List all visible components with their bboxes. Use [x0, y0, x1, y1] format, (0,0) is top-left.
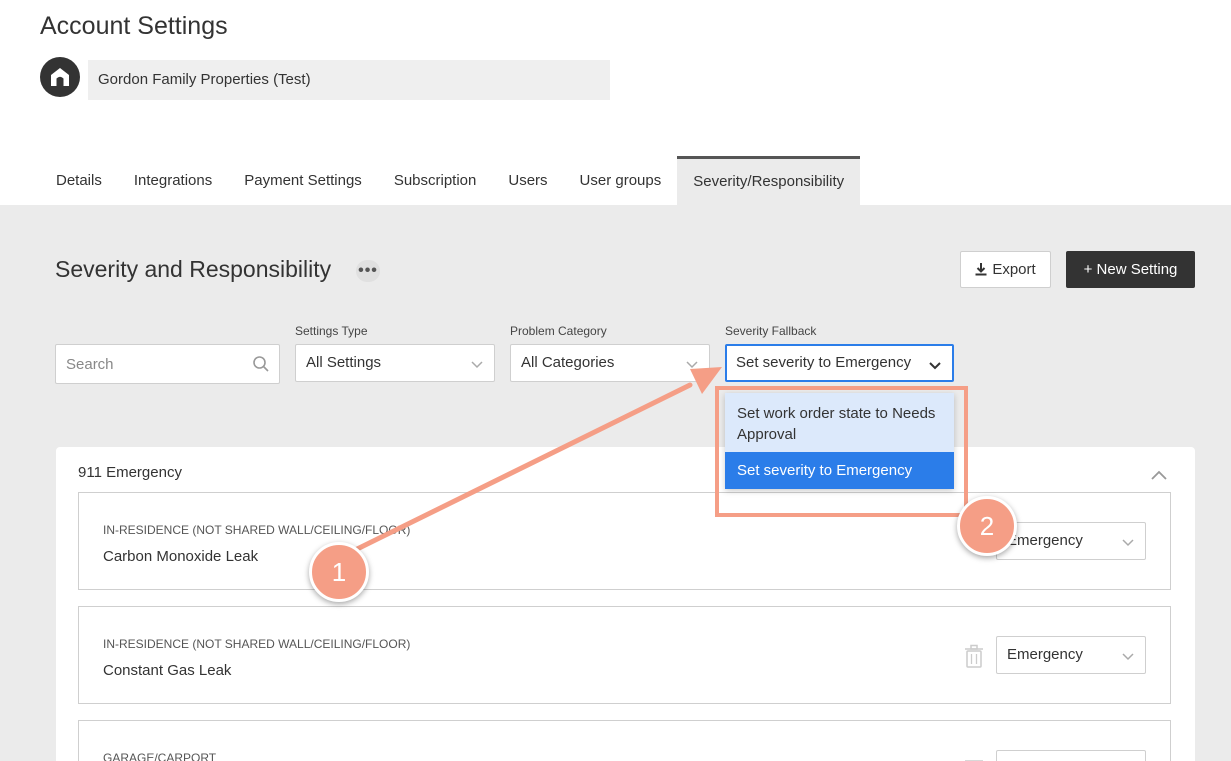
tab-payment-settings[interactable]: Payment Settings — [228, 156, 378, 205]
more-options-icon[interactable]: ••• — [356, 260, 380, 282]
severity-fallback-select[interactable]: Set severity to Emergency — [725, 344, 954, 382]
tab-users[interactable]: Users — [492, 156, 563, 205]
row-category: In-Residence (Not Shared Wall/Ceiling/Fl… — [103, 523, 411, 537]
tab-details[interactable]: Details — [40, 156, 118, 205]
search-box — [55, 344, 280, 384]
row-problem: Carbon Monoxide Leak — [103, 548, 259, 565]
account-name-field[interactable]: Gordon Family Properties (Test) — [88, 60, 610, 100]
new-setting-button[interactable]: + New Setting — [1066, 251, 1195, 288]
severity-value: Emergency — [1007, 646, 1083, 663]
trash-icon[interactable] — [964, 644, 984, 668]
severity-select[interactable] — [996, 750, 1146, 761]
chevron-down-icon — [471, 361, 483, 369]
severity-select[interactable]: Emergency — [996, 522, 1146, 560]
search-input[interactable] — [56, 345, 246, 383]
severity-select[interactable]: Emergency — [996, 636, 1146, 674]
tab-integrations[interactable]: Integrations — [118, 156, 228, 205]
section-title: Severity and Responsibility — [55, 256, 332, 282]
group-title: 911 Emergency — [78, 464, 182, 481]
setting-row: In-Residence (Not Shared Wall/Ceiling/Fl… — [78, 606, 1171, 704]
problem-category-select[interactable]: All Categories — [510, 344, 710, 382]
row-category: Garage/Carport — [103, 751, 217, 761]
account-avatar — [40, 57, 80, 97]
tab-user-groups[interactable]: User groups — [564, 156, 678, 205]
problem-category-label: Problem Category — [510, 324, 607, 338]
tab-severity-responsibility[interactable]: Severity/Responsibility — [677, 156, 861, 205]
export-button[interactable]: Export — [960, 251, 1051, 288]
setting-row: Garage/Carport — [78, 720, 1171, 761]
settings-type-value: All Settings — [306, 354, 382, 371]
settings-tabs: Details Integrations Payment Settings Su… — [40, 156, 861, 205]
annotation-highlight-box — [715, 386, 968, 517]
settings-type-select[interactable]: All Settings — [295, 344, 495, 382]
problem-category-value: All Categories — [521, 354, 615, 371]
row-problem: Constant Gas Leak — [103, 662, 232, 679]
severity-fallback-value: Set severity to Emergency — [736, 354, 912, 371]
page-title: Account Settings — [40, 12, 228, 40]
chevron-down-icon — [686, 361, 698, 369]
severity-fallback-label: Severity Fallback — [725, 324, 817, 338]
search-icon — [253, 356, 269, 372]
severity-value: Emergency — [1007, 532, 1083, 549]
tab-subscription[interactable]: Subscription — [378, 156, 493, 205]
row-category: In-Residence (Not Shared Wall/Ceiling/Fl… — [103, 637, 411, 651]
export-label: Export — [992, 261, 1036, 278]
chevron-up-icon[interactable] — [1150, 468, 1168, 482]
home-icon — [51, 68, 69, 86]
chevron-down-icon — [1122, 653, 1134, 661]
chevron-down-icon — [1122, 539, 1134, 547]
chevron-down-icon — [929, 362, 941, 370]
download-icon — [975, 263, 987, 276]
trash-icon[interactable] — [964, 756, 984, 761]
annotation-badge-1: 1 — [309, 542, 369, 602]
annotation-badge-2: 2 — [957, 496, 1017, 556]
settings-type-label: Settings Type — [295, 324, 368, 338]
